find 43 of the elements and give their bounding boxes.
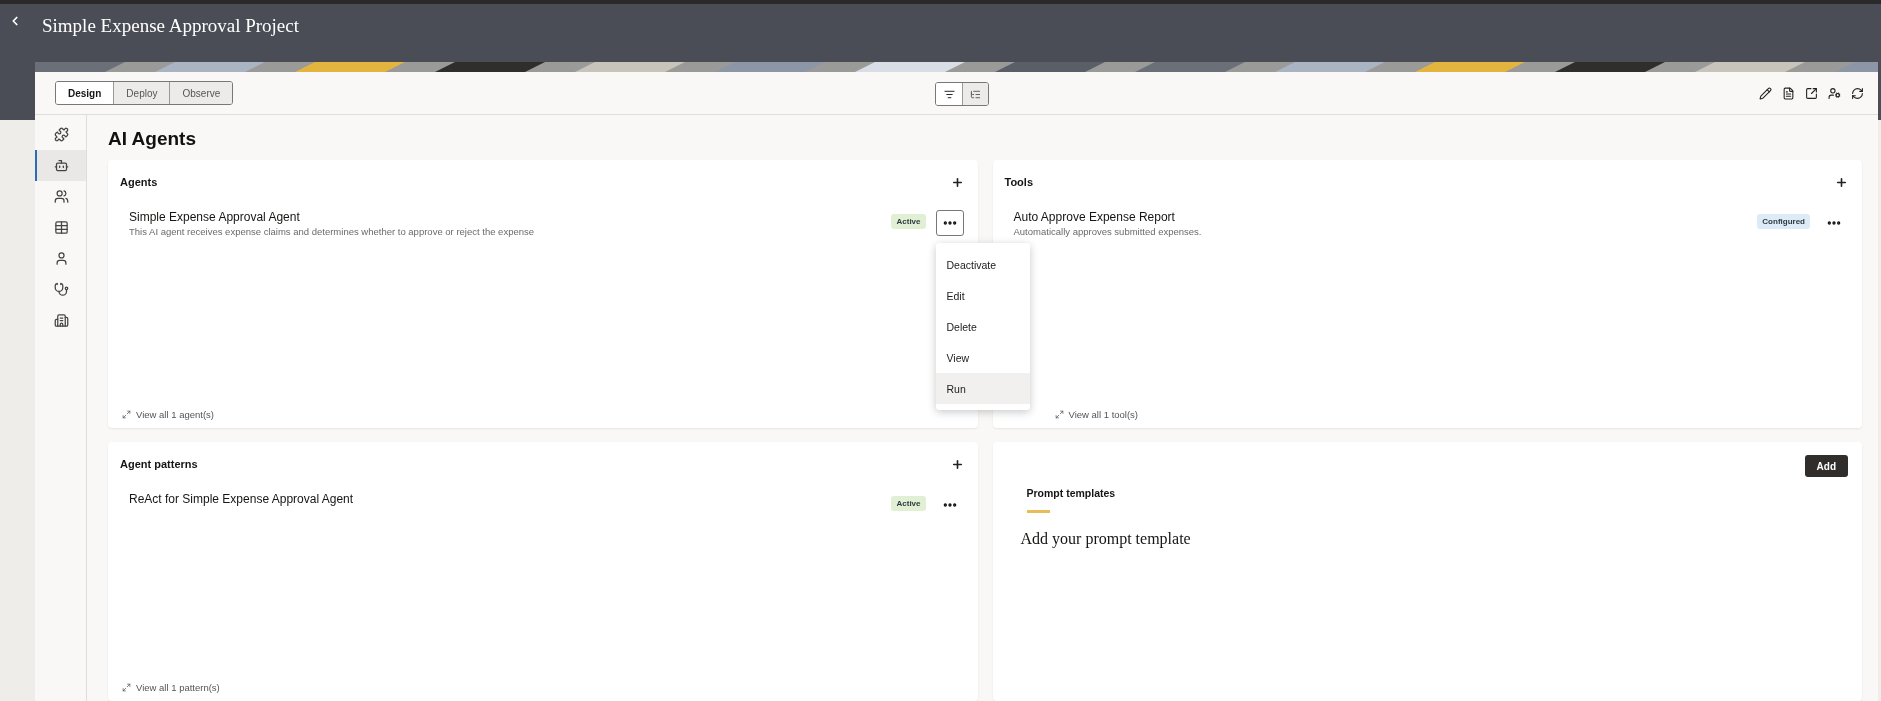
tree-view-button[interactable] xyxy=(962,83,988,105)
card-title: Agent patterns xyxy=(120,458,198,470)
document-icon[interactable] xyxy=(1782,86,1795,100)
user-settings-icon[interactable] xyxy=(1828,86,1841,100)
status-badge: Active xyxy=(891,214,926,229)
view-all-link[interactable]: View all 1 agent(s) xyxy=(120,409,964,420)
add-button[interactable]: Add xyxy=(1804,455,1848,477)
menu-item[interactable]: View xyxy=(935,342,1030,373)
add-icon[interactable] xyxy=(950,457,964,471)
robot-icon[interactable] xyxy=(35,150,86,181)
project-title: Simple Expense Approval Project xyxy=(42,14,299,38)
item-name: Auto Approve Expense Report xyxy=(1013,210,1176,224)
expand-icon xyxy=(122,683,131,692)
tab[interactable]: Prompt templates xyxy=(1026,483,1116,516)
menu-item[interactable]: Edit xyxy=(935,280,1030,311)
list-view-button[interactable] xyxy=(936,83,962,105)
item-description: Automatically approves submitted expenses. xyxy=(1013,226,1203,237)
mode-tab[interactable]: Design xyxy=(56,82,114,104)
menu-item[interactable]: Deactivate xyxy=(935,249,1030,280)
expand-icon xyxy=(122,410,131,419)
page-title: AI Agents xyxy=(108,127,197,151)
view-all-link[interactable]: View all 1 tool(s) xyxy=(1004,409,1848,420)
empty-message: Add your prompt template xyxy=(1020,530,1192,548)
more-button[interactable] xyxy=(935,210,964,236)
view-all-link[interactable]: View all 1 pattern(s) xyxy=(120,682,964,693)
mode-tab[interactable]: Deploy xyxy=(113,82,170,104)
status-badge: Configured xyxy=(1757,214,1810,229)
card-title: Agents xyxy=(120,176,158,188)
add-icon[interactable] xyxy=(1835,175,1848,189)
menu-item[interactable]: Run xyxy=(935,373,1030,404)
mode-tab[interactable]: Observe xyxy=(169,82,233,104)
tree-list-icon xyxy=(970,88,981,100)
item-name: Simple Expense Approval Agent xyxy=(129,210,301,224)
menu-item[interactable]: Delete xyxy=(935,311,1030,342)
open-external-icon[interactable] xyxy=(1805,86,1818,100)
item-name: ReAct for Simple Expense Approval Agent xyxy=(129,492,355,506)
card-title: Tools xyxy=(1004,176,1033,188)
add-icon[interactable] xyxy=(950,175,964,189)
expand-icon xyxy=(1054,410,1064,419)
status-badge: Active xyxy=(891,496,926,511)
pencil-icon[interactable] xyxy=(1759,86,1772,100)
refresh-icon[interactable] xyxy=(1851,86,1864,100)
item-description: This AI agent receives expense claims and determines whether to approve or reject the expense xyxy=(129,226,536,237)
